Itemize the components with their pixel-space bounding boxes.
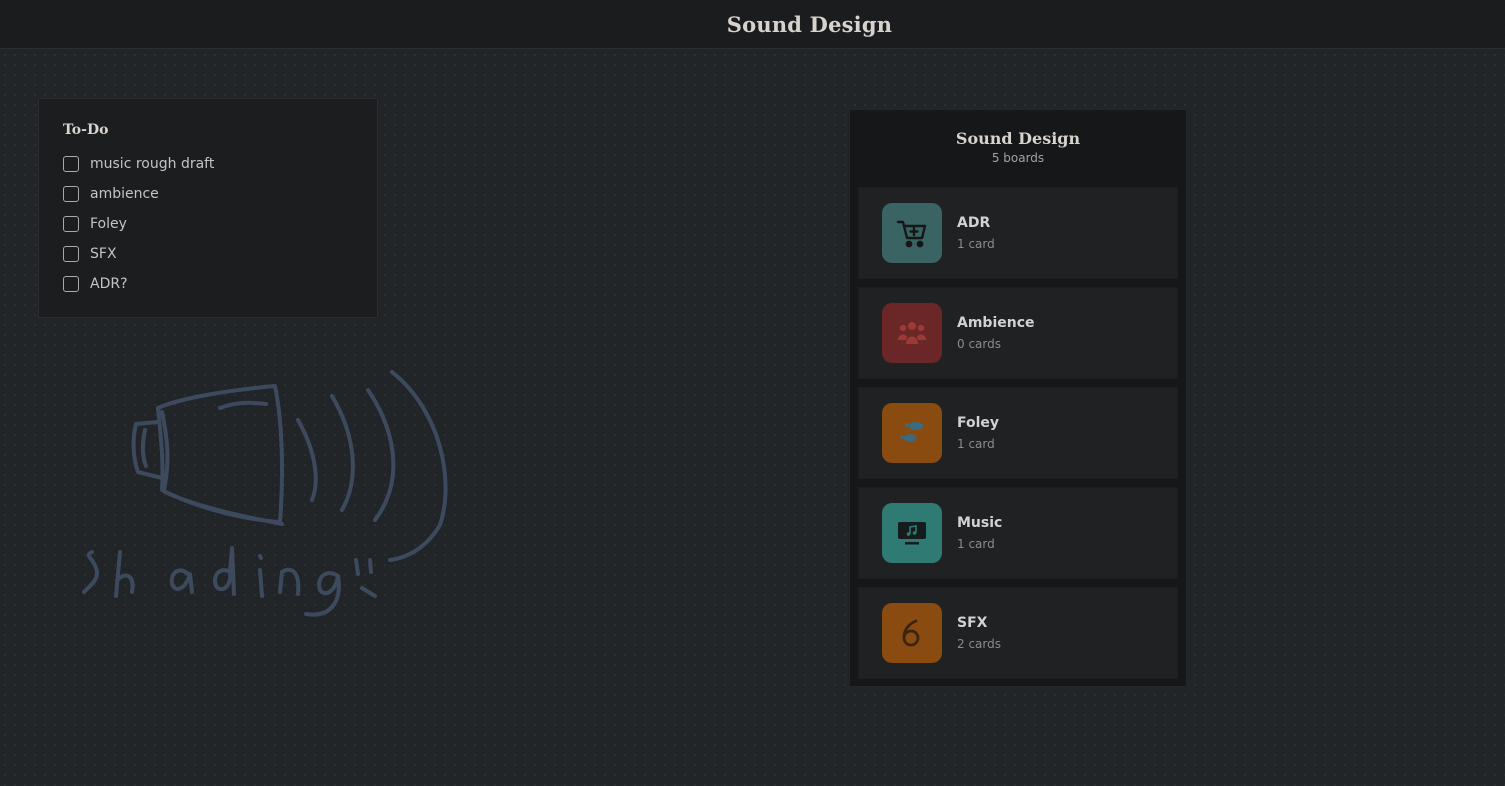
todo-widget: To-Do music rough draft ambience Foley S… (38, 98, 378, 318)
board-item-ambience[interactable]: Ambience 0 cards (858, 287, 1178, 379)
boards-header: Sound Design 5 boards (858, 110, 1178, 187)
todo-item-label: Foley (90, 216, 127, 232)
board-name: Foley (957, 415, 1000, 431)
todo-item[interactable]: music rough draft (63, 149, 353, 179)
board-item-foley[interactable]: Foley 1 card (858, 387, 1178, 479)
board-card-count: 1 card (957, 437, 995, 451)
board-item-music[interactable]: Music 1 card (858, 487, 1178, 579)
board-name: ADR (957, 215, 991, 231)
board-name: SFX (957, 615, 988, 631)
number-six-icon (882, 603, 942, 663)
todo-item[interactable]: ambience (63, 179, 353, 209)
board-card-count: 2 cards (957, 637, 1001, 651)
todo-checkbox[interactable] (63, 186, 79, 202)
todo-checkbox[interactable] (63, 276, 79, 292)
boards-panel: Sound Design 5 boards ADR 1 card Ambienc… (849, 109, 1187, 687)
people-group-icon (882, 303, 942, 363)
speaker-sketch-drawing[interactable] (70, 360, 470, 625)
todo-item[interactable]: ADR? (63, 269, 353, 299)
todo-item-label: music rough draft (90, 156, 215, 172)
todo-item-label: ADR? (90, 276, 128, 292)
todo-item[interactable]: SFX (63, 239, 353, 269)
shopping-cart-icon (882, 203, 942, 263)
boards-title: Sound Design (955, 129, 1081, 148)
top-bar: Sound Design (0, 0, 1505, 49)
board-card-count: 0 cards (957, 337, 1001, 351)
board-card-count: 1 card (957, 237, 995, 251)
board-name: Ambience (957, 315, 1035, 331)
page-title: Sound Design (726, 11, 893, 37)
todo-checkbox[interactable] (63, 216, 79, 232)
board-item-adr[interactable]: ADR 1 card (858, 187, 1178, 279)
footprints-icon (882, 403, 942, 463)
board-card-count: 1 card (957, 537, 995, 551)
boards-count: 5 boards (991, 151, 1045, 165)
todo-checkbox[interactable] (63, 156, 79, 172)
board-item-sfx[interactable]: SFX 2 cards (858, 587, 1178, 679)
todo-item[interactable]: Foley (63, 209, 353, 239)
todo-title: To-Do (63, 122, 109, 138)
todo-item-label: ambience (90, 186, 159, 202)
music-monitor-icon (882, 503, 942, 563)
board-name: Music (957, 515, 1003, 531)
todo-item-label: SFX (90, 246, 117, 262)
todo-checkbox[interactable] (63, 246, 79, 262)
